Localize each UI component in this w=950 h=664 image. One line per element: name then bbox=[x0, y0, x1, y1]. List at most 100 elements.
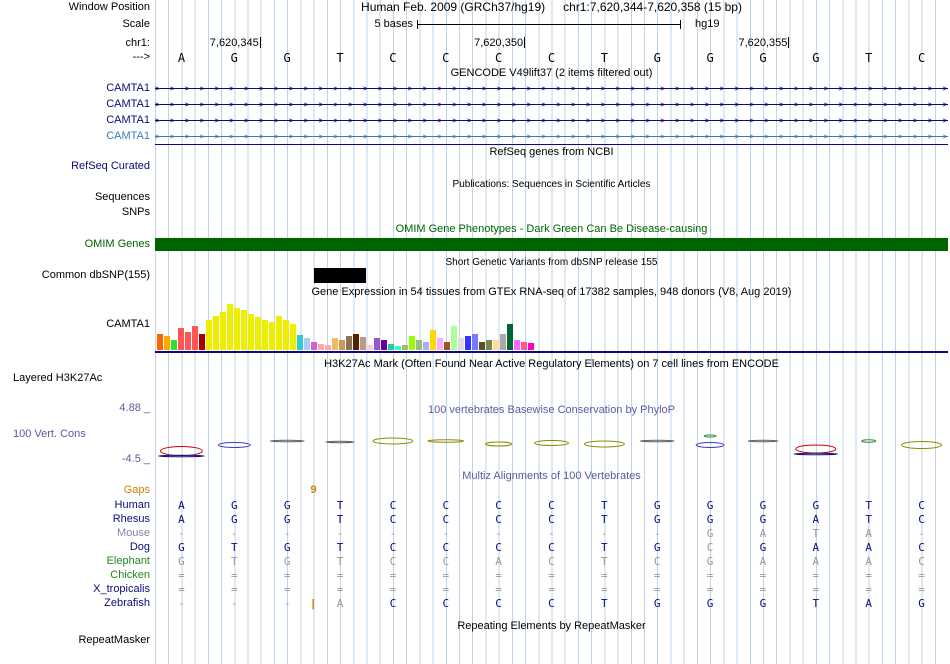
base-cell[interactable]: = bbox=[578, 569, 631, 583]
base-cell[interactable]: C bbox=[472, 499, 525, 513]
base-cell[interactable]: = bbox=[842, 569, 895, 583]
multiz-gap-count[interactable]: 9 bbox=[307, 484, 321, 497]
base-cell[interactable]: = bbox=[261, 569, 314, 583]
alignment-row-rhesus[interactable]: AGGTCCCCTGGGATC bbox=[155, 513, 948, 527]
base-cell[interactable]: = bbox=[737, 569, 790, 583]
base-cell[interactable]: C bbox=[419, 499, 472, 513]
base-cell[interactable]: G bbox=[737, 541, 790, 555]
base-cell[interactable]: G bbox=[737, 513, 790, 527]
base-cell[interactable]: C bbox=[525, 513, 578, 527]
species-label-elephant[interactable]: Elephant bbox=[0, 555, 150, 568]
base-cell[interactable]: G bbox=[684, 499, 737, 513]
base-cell[interactable]: = bbox=[314, 569, 367, 583]
base-cell[interactable]: C bbox=[525, 499, 578, 513]
base-cell[interactable]: A bbox=[789, 541, 842, 555]
base-cell[interactable]: G bbox=[631, 597, 684, 611]
base-cell[interactable]: = bbox=[208, 583, 261, 597]
base-cell[interactable]: = bbox=[789, 583, 842, 597]
gencode-item-label-2[interactable]: CAMTA1 bbox=[0, 98, 150, 111]
base-cell[interactable]: - bbox=[472, 527, 525, 541]
base-cell[interactable]: C bbox=[419, 541, 472, 555]
base-cell[interactable]: T bbox=[578, 499, 631, 513]
base-cell[interactable]: = bbox=[261, 583, 314, 597]
base-cell[interactable]: C bbox=[895, 499, 948, 513]
base-cell[interactable]: - bbox=[155, 527, 208, 541]
base-cell[interactable]: = bbox=[684, 569, 737, 583]
base-cell[interactable]: = bbox=[155, 583, 208, 597]
base-cell[interactable]: C bbox=[895, 555, 948, 569]
base-cell[interactable]: C bbox=[472, 597, 525, 611]
alignment-row-dog[interactable]: GTGTCCCCTGCGAAC bbox=[155, 541, 948, 555]
base-cell[interactable]: = bbox=[525, 583, 578, 597]
base-cell[interactable]: C bbox=[525, 597, 578, 611]
base-cell[interactable]: A bbox=[842, 527, 895, 541]
species-label-zebrafish[interactable]: Zebrafish bbox=[0, 597, 150, 610]
base-cell[interactable]: G bbox=[261, 555, 314, 569]
base-cell[interactable]: C bbox=[366, 541, 419, 555]
base-cell[interactable]: G bbox=[631, 499, 684, 513]
base-cell[interactable]: A bbox=[155, 499, 208, 513]
species-label-mouse[interactable]: Mouse bbox=[0, 527, 150, 540]
base-cell[interactable]: G bbox=[631, 513, 684, 527]
base-cell[interactable]: C bbox=[684, 541, 737, 555]
base-cell[interactable]: T bbox=[842, 499, 895, 513]
base-cell[interactable]: T bbox=[314, 499, 367, 513]
species-label-dog[interactable]: Dog bbox=[0, 541, 150, 554]
base-cell[interactable]: = bbox=[366, 569, 419, 583]
base-cell[interactable]: C bbox=[472, 541, 525, 555]
base-cell[interactable]: C bbox=[419, 597, 472, 611]
base-cell[interactable]: = bbox=[631, 569, 684, 583]
base-cell[interactable]: - bbox=[419, 527, 472, 541]
base-cell[interactable]: G bbox=[895, 597, 948, 611]
base-cell[interactable]: G bbox=[261, 513, 314, 527]
base-cell[interactable]: - bbox=[578, 527, 631, 541]
base-cell[interactable]: T bbox=[314, 513, 367, 527]
base-cell[interactable]: C bbox=[419, 555, 472, 569]
base-cell[interactable]: = bbox=[842, 583, 895, 597]
base-cell[interactable]: = bbox=[631, 583, 684, 597]
repeatmasker-track-title[interactable]: Repeating Elements by RepeatMasker bbox=[155, 620, 948, 633]
base-cell[interactable]: = bbox=[737, 583, 790, 597]
base-cell[interactable]: G bbox=[155, 541, 208, 555]
base-cell[interactable]: = bbox=[684, 583, 737, 597]
base-cell[interactable]: = bbox=[895, 583, 948, 597]
base-cell[interactable]: A bbox=[789, 555, 842, 569]
alignment-row-chicken[interactable]: = = = = = = = = = = = = = = = bbox=[155, 569, 948, 583]
base-cell[interactable]: - bbox=[155, 597, 208, 611]
base-cell[interactable]: - bbox=[525, 527, 578, 541]
phylop-track-label[interactable]: 100 Vert. Cons bbox=[13, 428, 86, 441]
base-cell[interactable]: G bbox=[631, 541, 684, 555]
omim-genes-label[interactable]: OMIM Genes bbox=[0, 238, 150, 251]
base-cell[interactable]: C bbox=[366, 555, 419, 569]
base-cell[interactable]: C bbox=[525, 541, 578, 555]
species-label-x-tropicalis[interactable]: X_tropicalis bbox=[0, 583, 150, 596]
multiz-gaps-label[interactable]: Gaps bbox=[0, 484, 150, 497]
base-cell[interactable]: - bbox=[208, 527, 261, 541]
base-cell[interactable]: T bbox=[578, 597, 631, 611]
base-cell[interactable]: - bbox=[208, 597, 261, 611]
species-label-human[interactable]: Human bbox=[0, 499, 150, 512]
base-cell[interactable]: = bbox=[419, 583, 472, 597]
base-cell[interactable]: = bbox=[578, 583, 631, 597]
base-cell[interactable]: G bbox=[261, 541, 314, 555]
alignment-row-x-tropicalis[interactable]: = = = = = = = = = = = = = = = bbox=[155, 583, 948, 597]
base-cell[interactable]: C bbox=[366, 513, 419, 527]
gencode-item-label-1[interactable]: CAMTA1 bbox=[0, 82, 150, 95]
base-cell[interactable]: T bbox=[578, 541, 631, 555]
base-cell[interactable]: T bbox=[578, 513, 631, 527]
gencode-item-label-3[interactable]: CAMTA1 bbox=[0, 114, 150, 127]
alignment-row-elephant[interactable]: GTGTCCACTCGAAAC bbox=[155, 555, 948, 569]
base-cell[interactable]: = bbox=[155, 569, 208, 583]
base-cell[interactable]: A bbox=[737, 555, 790, 569]
multiz-track-title[interactable]: Multiz Alignments of 100 Vertebrates bbox=[155, 470, 948, 483]
base-cell[interactable]: A bbox=[789, 513, 842, 527]
base-cell[interactable]: G bbox=[208, 499, 261, 513]
base-cell[interactable]: = bbox=[525, 569, 578, 583]
base-cell[interactable]: A bbox=[314, 597, 367, 611]
alignment-row-mouse[interactable]: ----------GATA- bbox=[155, 527, 948, 541]
base-cell[interactable]: G bbox=[208, 513, 261, 527]
base-cell[interactable]: = bbox=[472, 583, 525, 597]
base-cell[interactable]: G bbox=[684, 527, 737, 541]
alignment-row-zebrafish[interactable]: ---ACCCCTGGGTAG bbox=[155, 597, 948, 611]
base-cell[interactable]: T bbox=[314, 541, 367, 555]
